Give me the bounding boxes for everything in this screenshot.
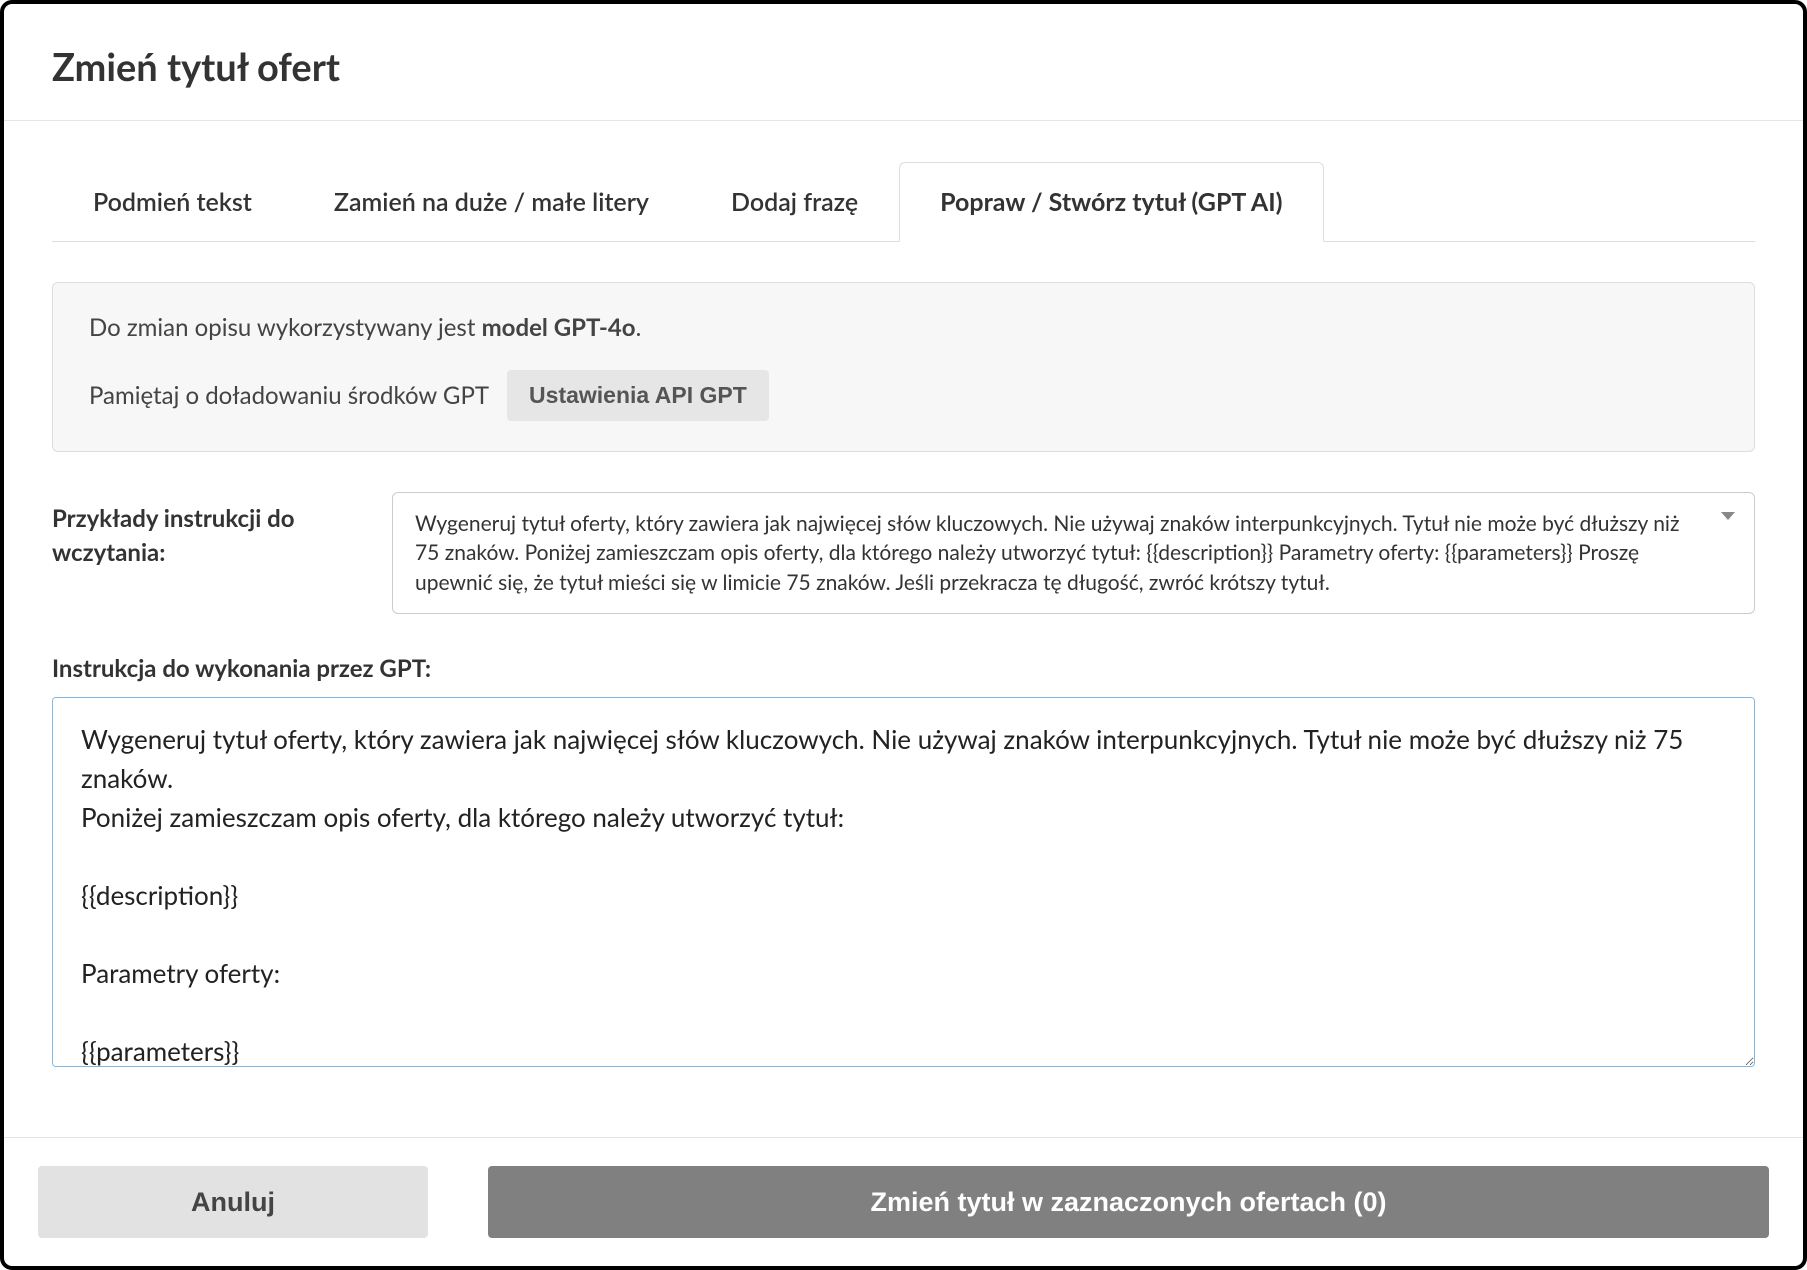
tab-replace-text[interactable]: Podmień tekst bbox=[52, 162, 293, 242]
modal-title: Zmień tytuł ofert bbox=[52, 44, 1755, 90]
example-select[interactable]: Wygeneruj tytuł oferty, który zawiera ja… bbox=[392, 492, 1755, 614]
example-select-row: Przykłady instrukcji do wczytania: Wygen… bbox=[52, 492, 1755, 614]
tab-add-phrase[interactable]: Dodaj frazę bbox=[690, 162, 899, 242]
modal-body: Podmień tekst Zamień na duże / małe lite… bbox=[4, 121, 1803, 1137]
instruction-wrap bbox=[52, 697, 1755, 1071]
modal-footer: Anuluj Zmień tytuł w zaznaczonych oferta… bbox=[4, 1137, 1803, 1266]
example-select-value: Wygeneruj tytuł oferty, który zawiera ja… bbox=[415, 509, 1704, 597]
tab-gpt-title[interactable]: Popraw / Stwórz tytuł (GPT AI) bbox=[899, 162, 1323, 242]
api-settings-button[interactable]: Ustawienia API GPT bbox=[507, 370, 769, 421]
modal-header: Zmień tytuł ofert bbox=[4, 4, 1803, 121]
gpt-info-box: Do zmian opisu wykorzystywany jest model… bbox=[52, 282, 1755, 452]
instruction-label: Instrukcja do wykonania przez GPT: bbox=[52, 654, 1755, 683]
tabs: Podmień tekst Zamień na duże / małe lite… bbox=[52, 161, 1755, 242]
info-model-bold: model GPT-4o bbox=[482, 313, 636, 342]
submit-button[interactable]: Zmień tytuł w zaznaczonych ofertach (0) bbox=[488, 1166, 1769, 1238]
info-model-suffix: . bbox=[636, 313, 642, 342]
instruction-textarea[interactable] bbox=[52, 697, 1755, 1067]
example-select-wrap[interactable]: Wygeneruj tytuł oferty, który zawiera ja… bbox=[392, 492, 1755, 614]
example-select-label: Przykłady instrukcji do wczytania: bbox=[52, 492, 362, 569]
tab-change-case[interactable]: Zamień na duże / małe litery bbox=[293, 162, 690, 242]
info-credits-line: Pamiętaj o doładowaniu środków GPT Ustaw… bbox=[89, 370, 1718, 421]
info-model-prefix: Do zmian opisu wykorzystywany jest bbox=[89, 313, 482, 342]
cancel-button[interactable]: Anuluj bbox=[38, 1166, 428, 1238]
change-title-modal: Zmień tytuł ofert Podmień tekst Zamień n… bbox=[0, 0, 1807, 1270]
info-model-line: Do zmian opisu wykorzystywany jest model… bbox=[89, 313, 1718, 342]
chevron-down-icon bbox=[1721, 512, 1735, 520]
info-credits-text: Pamiętaj o doładowaniu środków GPT bbox=[89, 381, 489, 410]
